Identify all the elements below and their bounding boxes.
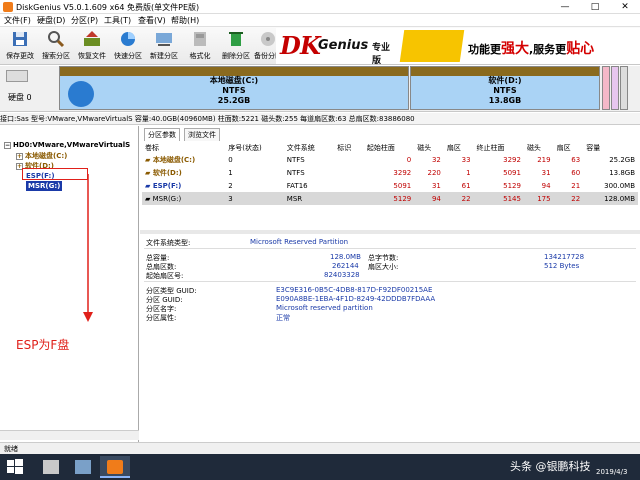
annotation-text: ESP为F盘: [16, 338, 70, 352]
clock-date[interactable]: 2019/4/3: [596, 468, 627, 476]
save-icon: [13, 32, 27, 46]
maximize-button[interactable]: □: [580, 0, 610, 14]
total-capacity-value: 128.0MB: [330, 253, 361, 261]
partition-table: 卷标 序号(状态) 文件系统 标识 起始柱面 磁头 扇区 终止柱面 磁头 扇区 容量 ▰ 本地磁盘(…: [142, 142, 638, 205]
delete-partition-button[interactable]: 删除分区: [218, 29, 254, 63]
delete-icon: [229, 32, 243, 46]
status-bar: 就绪: [0, 442, 640, 454]
taskbar-app-diskgenius[interactable]: [100, 456, 130, 478]
brand-logo: D K Genius 专业版: [276, 28, 396, 66]
partition-attr-value: 正常: [276, 314, 290, 322]
partition-block-d[interactable]: 软件(D:) NTFS 13.8GB: [410, 66, 600, 110]
tab-partition-params[interactable]: 分区参数: [144, 128, 180, 141]
minimize-button[interactable]: —: [550, 0, 580, 14]
fs-type-label: 文件系统类型:: [146, 239, 191, 247]
expand-icon[interactable]: +: [16, 152, 23, 160]
table-row[interactable]: ▰ 本地磁盘(C:) 0 NTFS 0 32 33 3292 219 63 25.2GB: [142, 153, 638, 166]
start-sector-value: 82403328: [324, 271, 360, 279]
disk-label: 硬盘 0: [8, 93, 32, 102]
partition-name-value: Microsoft reserved partition: [276, 304, 373, 312]
save-changes-button[interactable]: 保存更改: [2, 29, 38, 63]
nav-arrows[interactable]: [6, 70, 28, 82]
menu-tools[interactable]: 工具(T): [104, 15, 131, 26]
annotation-arrow: [83, 174, 93, 322]
sector-size-label: 扇区大小:: [368, 263, 399, 271]
free-trial-badge: [399, 30, 465, 62]
horizontal-scrollbar[interactable]: [0, 430, 139, 440]
search-icon: [48, 31, 65, 48]
windows-logo-icon: [7, 459, 23, 474]
sector-size-value: 512 Bytes: [544, 262, 580, 270]
table-row[interactable]: ▰ 软件(D:) 1 NTFS 3292 220 1 5091 31 60 13.8GB: [142, 166, 638, 179]
close-button[interactable]: ✕: [610, 0, 640, 14]
app-icon: [3, 2, 13, 12]
disk-info-line: 接口:Sas 型号:VMware,VMwareVirtualS 容量:40.0G…: [0, 113, 640, 125]
splitter[interactable]: [140, 230, 640, 234]
watermark: 头条 @银鹏科技: [510, 460, 591, 473]
computer-icon: [43, 460, 59, 474]
partition-block-esp[interactable]: [602, 66, 610, 110]
type-guid-value: E3C9E316-0B5C-4DB8-817D-F92DF00215AE: [276, 286, 433, 294]
partition-attr-label: 分区属性:: [146, 314, 177, 322]
taskbar-app-2[interactable]: [68, 456, 98, 478]
partition-guid-value: E090A8BE-1EBA-4F1D-8249-42DDDB7FDAAA: [276, 295, 436, 303]
new-partition-button[interactable]: 新建分区: [146, 29, 182, 63]
menu-partition[interactable]: 分区(P): [71, 15, 98, 26]
format-icon: [194, 32, 206, 46]
menu-bar: 文件(F) 硬盘(D) 分区(P) 工具(T) 查看(V) 帮助(H): [0, 14, 640, 27]
fs-type-value: Microsoft Reserved Partition: [250, 238, 349, 246]
title-bar: DiskGenius V5.0.1.609 x64 免费版(单文件PE版) — …: [0, 0, 640, 14]
disk-map: 硬盘 0 本地磁盘(C:) NTFS 25.2GB 软件(D:) NTFS 13…: [0, 66, 640, 112]
taskbar: 头条 @银鹏科技 2019/4/3: [0, 454, 640, 480]
recover-icon: [84, 31, 100, 46]
new-partition-icon: [156, 33, 172, 46]
table-header: 卷标 序号(状态) 文件系统 标识 起始柱面 磁头 扇区 终止柱面 磁头 扇区 容量: [145, 143, 601, 152]
menu-view[interactable]: 查看(V): [138, 15, 166, 26]
collapse-icon[interactable]: −: [4, 141, 11, 149]
slogan: 功能更强大,服务更贴心: [468, 41, 595, 57]
total-sectors-value: 262144: [332, 262, 359, 270]
tree-disk-node[interactable]: − HD0:VMware,VMwareVirtualS: [4, 140, 130, 150]
menu-help[interactable]: 帮助(H): [171, 15, 199, 26]
status-text: 就绪: [4, 445, 18, 453]
quick-partition-icon: [121, 32, 135, 46]
disk-tree: − HD0:VMware,VMwareVirtualS + 本地磁盘(C:) + 软件…: [0, 126, 139, 442]
tree-item-msr[interactable]: MSR(G:): [26, 181, 63, 191]
menu-file[interactable]: 文件(F): [4, 15, 31, 26]
diskgenius-icon: [107, 460, 123, 474]
tab-browse-files[interactable]: 浏览文件: [184, 128, 220, 141]
partition-block-free[interactable]: [620, 66, 628, 110]
window-title: DiskGenius V5.0.1.609 x64 免费版(单文件PE版): [16, 3, 200, 12]
format-button[interactable]: 格式化: [182, 29, 218, 63]
menu-disk[interactable]: 硬盘(D): [37, 15, 65, 26]
partition-block-c[interactable]: 本地磁盘(C:) NTFS 25.2GB: [59, 66, 409, 110]
backup-icon: [261, 32, 275, 46]
taskbar-app-1[interactable]: [36, 456, 66, 478]
start-button[interactable]: [4, 456, 34, 478]
start-sector-label: 起始扇区号:: [146, 272, 184, 280]
table-row-selected[interactable]: ▰ MSR(G:) 3 MSR 5129 94 22 5145 175 22 128.0MB: [142, 192, 638, 205]
disk-tool-icon: [75, 460, 91, 474]
recover-files-button[interactable]: 恢复文件: [74, 29, 110, 63]
total-bytes-value: 134217728: [544, 253, 585, 261]
partition-panel: 分区参数 浏览文件 卷标 序号(状态) 文件系统 标识 起始柱面 磁头 扇区 终止柱面 磁头 扇区…: [140, 126, 640, 442]
search-partition-button[interactable]: 搜索分区: [38, 29, 74, 63]
tree-item-c[interactable]: + 本地磁盘(C:): [16, 151, 67, 161]
partition-block-msr[interactable]: [611, 66, 619, 110]
quick-partition-button[interactable]: 快速分区: [110, 29, 146, 63]
promo-banner: D K Genius 专业版 功能更强大,服务更贴心: [276, 28, 640, 66]
windows-icon: [68, 81, 94, 107]
table-row[interactable]: ▰ ESP(F:) 2 FAT16 5091 31 61 5129 94 21 300.0MB: [142, 179, 638, 192]
